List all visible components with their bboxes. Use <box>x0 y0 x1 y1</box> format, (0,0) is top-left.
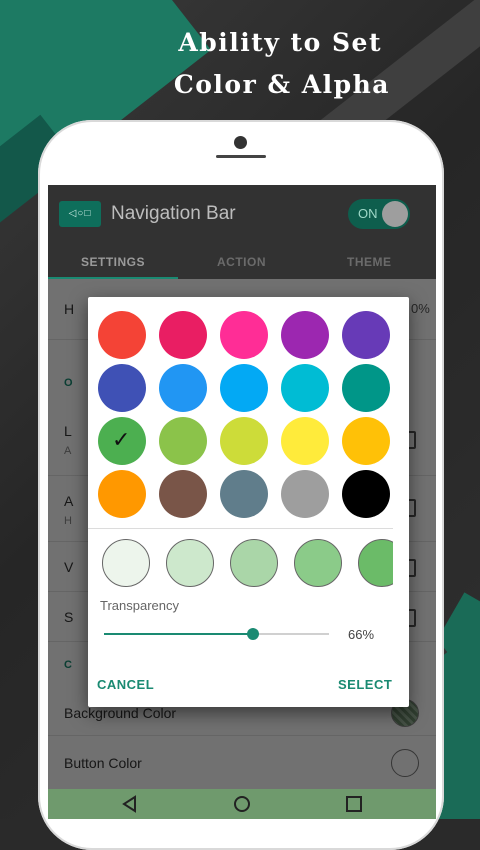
color-swatch[interactable] <box>159 470 207 518</box>
color-swatch[interactable] <box>159 311 207 359</box>
color-swatch[interactable] <box>220 364 268 412</box>
color-swatch[interactable] <box>98 311 146 359</box>
color-swatch[interactable] <box>159 417 207 465</box>
back-icon[interactable] <box>118 793 142 815</box>
color-swatch[interactable] <box>98 470 146 518</box>
camera-icon <box>234 136 247 149</box>
transparency-slider[interactable] <box>104 628 329 640</box>
cancel-button[interactable]: CANCEL <box>97 677 154 692</box>
promo-headline-line2: Color & Alpha <box>173 70 390 99</box>
selected-check-icon: ✓ <box>112 427 131 452</box>
app-header: ◁○□ Navigation Bar ON SETTINGS ACTION TH… <box>48 185 436 279</box>
color-swatch[interactable] <box>281 470 329 518</box>
nav-bar-app-icon: ◁○□ <box>59 201 101 227</box>
shade-swatch[interactable] <box>166 539 214 587</box>
enable-switch[interactable]: ON <box>348 199 410 229</box>
slider-thumb[interactable] <box>246 628 259 640</box>
tab-action[interactable]: ACTION <box>217 255 266 269</box>
home-icon[interactable] <box>230 793 254 815</box>
select-button[interactable]: SELECT <box>338 677 392 692</box>
color-swatch[interactable]: ✓ <box>98 417 146 465</box>
system-navigation-bar <box>48 789 436 819</box>
color-swatch[interactable] <box>98 364 146 412</box>
color-swatch[interactable] <box>342 470 390 518</box>
color-swatch[interactable] <box>342 417 390 465</box>
shade-swatch[interactable] <box>294 539 342 587</box>
color-swatch[interactable] <box>220 311 268 359</box>
color-swatch[interactable] <box>281 311 329 359</box>
transparency-label: Transparency <box>100 598 179 613</box>
tab-theme[interactable]: THEME <box>347 255 392 269</box>
color-swatch[interactable] <box>220 417 268 465</box>
speaker-grille <box>216 155 266 158</box>
color-swatch[interactable] <box>281 364 329 412</box>
color-swatch[interactable] <box>159 364 207 412</box>
color-swatch[interactable] <box>342 364 390 412</box>
switch-knob <box>382 201 408 227</box>
tab-settings[interactable]: SETTINGS <box>81 255 145 269</box>
shade-swatch[interactable] <box>358 539 393 587</box>
app-title: Navigation Bar <box>111 203 236 224</box>
switch-label: ON <box>358 206 378 221</box>
color-swatch[interactable] <box>281 417 329 465</box>
shade-swatch[interactable] <box>230 539 278 587</box>
color-swatch[interactable] <box>220 470 268 518</box>
color-picker-dialog: ✓ Transparency 66% CANCEL SELECT <box>88 297 409 707</box>
shade-swatch-row <box>88 537 393 589</box>
recents-icon[interactable] <box>342 793 366 815</box>
slider-fill <box>104 633 253 635</box>
dialog-divider <box>88 528 393 529</box>
tab-bar: SETTINGS ACTION THEME <box>48 241 436 279</box>
transparency-percent: 66% <box>348 627 375 642</box>
shade-swatch[interactable] <box>102 539 150 587</box>
color-swatch[interactable] <box>342 311 390 359</box>
promo-headline-line1: Ability to Set <box>178 28 382 57</box>
